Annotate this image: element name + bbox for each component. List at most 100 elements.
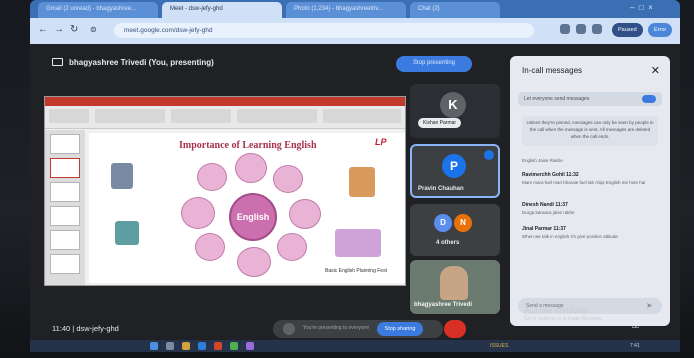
chat-message: English Jaise Rakhe: [522, 156, 658, 163]
present-icon: [283, 323, 295, 335]
file-explorer-icon[interactable]: [182, 342, 190, 350]
tab-gmail[interactable]: Gmail (2 unread) - bhagyashree...: [38, 2, 158, 18]
chat-message: Jinal Parmar 11:37 When we talk in engli…: [522, 226, 658, 239]
mind-map-bubble: [273, 165, 303, 193]
send-icon[interactable]: ➤: [646, 301, 653, 310]
chat-message-text: Durga karwara jaise rakhe: [522, 210, 575, 215]
mind-map: English: [181, 151, 331, 281]
mind-map-bubble: [289, 199, 321, 229]
chat-message-text: Mam mara fuel mari bharaie fuel lab chip…: [522, 180, 646, 185]
slide-thumbnail[interactable]: [50, 206, 80, 226]
site-info-icon[interactable]: ⊜: [90, 25, 97, 34]
stop-presenting-button[interactable]: Stop presenting: [396, 56, 472, 72]
illustration-image: [349, 167, 375, 197]
forward-icon[interactable]: →: [54, 24, 64, 35]
screen: Gmail (2 unread) - bhagyashree... Meet -…: [0, 0, 694, 358]
chat-message: Ravimerchh Gohil 11:32 Mam mara fuel mar…: [522, 172, 658, 185]
tab-photos[interactable]: Photo (1,234) - bhagyashreetriv...: [286, 2, 406, 18]
update-button[interactable]: Error: [648, 23, 673, 37]
slide-title: Importance of Learning English: [179, 140, 317, 151]
reload-icon[interactable]: ↻: [70, 24, 78, 35]
slide-thumbnail[interactable]: [50, 230, 80, 250]
present-screen-icon: [52, 58, 63, 66]
window-controls[interactable]: – □ ×: [630, 3, 653, 12]
participant-avatar: P: [442, 154, 466, 178]
presenter-header: bhagyashree Trivedi (You, presenting): [52, 58, 214, 67]
start-icon[interactable]: [150, 342, 158, 350]
participant-tile[interactable]: K Kishan Parmar: [410, 84, 500, 138]
chat-message-text: When we talk in english it's give positi…: [522, 234, 618, 239]
participant-video: [440, 266, 468, 300]
search-icon[interactable]: [166, 342, 174, 350]
more-options-icon[interactable]: [484, 150, 494, 160]
tab-chat[interactable]: Chat (2): [410, 2, 500, 18]
browser-icon[interactable]: [198, 342, 206, 350]
participant-tile[interactable]: P Pravin Chauhan: [410, 144, 500, 198]
stop-sharing-button[interactable]: Stop sharing: [377, 322, 423, 336]
mind-map-bubble: [197, 163, 227, 191]
chat-message-sender: Ravimerchh Gohil 11:32: [522, 172, 579, 178]
allow-messages-label: Let everyone send messages: [524, 96, 590, 102]
presenting-banner: You're presenting to everyone Stop shari…: [273, 320, 443, 338]
tab-meet[interactable]: Meet - dsw-jefy-ghd: [162, 2, 282, 18]
chat-message-text: English Jaise Rakhe: [522, 158, 563, 163]
illustration-image: [111, 163, 133, 189]
activate-windows-watermark: Activate Windows Go to Settings to activ…: [524, 306, 603, 322]
participant-name: Pravin Chauhan: [418, 186, 464, 192]
meeting-code: 11:40 | dsw-jefy-ghd: [52, 324, 119, 333]
allow-messages-row: Let everyone send messages: [518, 92, 662, 106]
slide-thumbnail[interactable]: [50, 134, 80, 154]
participant-tile-self[interactable]: bhagyashree Trivedi: [410, 260, 500, 314]
participant-name: Kishan Parmar: [418, 118, 462, 128]
illustration-image: [335, 229, 381, 257]
slide-logo: LP: [375, 137, 387, 147]
chat-message: Dinesh Nandi 11:37 Durga karwara jaise r…: [522, 202, 658, 215]
activate-windows-subtitle: Go to Settings to activate Windows.: [524, 316, 603, 322]
weather-text: ISSUES: [490, 343, 509, 349]
windows-taskbar: ISSUES 7:41: [30, 340, 680, 352]
participant-avatar: N: [454, 214, 472, 232]
mind-map-center: English: [229, 193, 277, 241]
illustration-image: [115, 221, 139, 245]
presenter-label: bhagyashree Trivedi (You, presenting): [69, 58, 214, 67]
participant-name: bhagyashree Trivedi: [414, 302, 473, 308]
participant-tile-others[interactable]: D N 4 others: [410, 204, 500, 256]
mind-map-bubble: [181, 197, 215, 229]
chat-message-sender: Jinal Parmar 11:37: [522, 226, 566, 232]
slide-thumbnail[interactable]: [50, 254, 80, 274]
slide-thumbnails: [45, 130, 85, 285]
url-input[interactable]: meet.google.com/dsw-jefy-ghd: [114, 23, 534, 38]
slide-thumbnail[interactable]: [50, 158, 80, 178]
activate-windows-title: Activate Windows: [524, 306, 588, 315]
slide-canvas: Importance of Learning English LP Englis…: [89, 133, 405, 283]
shared-slide-window: Importance of Learning English LP Englis…: [44, 96, 406, 286]
close-icon[interactable]: ✕: [651, 64, 660, 77]
chat-panel: In-call messages ✕ Let everyone send mes…: [510, 56, 670, 326]
sidebar-icon[interactable]: [592, 24, 602, 34]
chat-message-sender: Dinesh Nandi 11:37: [522, 202, 568, 208]
chat-notice: Unless they're pinned, messages can only…: [522, 116, 658, 146]
chat-title: In-call messages: [522, 66, 583, 75]
participant-name: 4 others: [436, 240, 460, 246]
hang-up-button[interactable]: [444, 320, 466, 338]
address-bar-row: ← → ↻ ⊜ meet.google.com/dsw-jefy-ghd Pau…: [30, 18, 680, 44]
app-icon[interactable]: [230, 342, 238, 350]
mind-map-bubble: [277, 233, 307, 261]
slide-footer: Basic English Planning Fest: [325, 268, 387, 274]
powerpoint-icon[interactable]: [214, 342, 222, 350]
participant-avatar: K: [440, 92, 466, 118]
allow-messages-toggle[interactable]: [642, 95, 656, 103]
profile-paused-button[interactable]: Paused: [612, 23, 643, 37]
back-icon[interactable]: ←: [38, 24, 48, 35]
browser-tab-bar: Gmail (2 unread) - bhagyashree... Meet -…: [30, 0, 680, 18]
mind-map-bubble: [195, 233, 225, 261]
mind-map-bubble: [235, 153, 267, 183]
slide-thumbnail[interactable]: [50, 182, 80, 202]
app-icon[interactable]: [246, 342, 254, 350]
extension-icon[interactable]: [560, 24, 570, 34]
ppt-ribbon: [45, 97, 405, 129]
meet-stage: bhagyashree Trivedi (You, presenting) St…: [30, 44, 680, 340]
lock-icon[interactable]: ⚿: [632, 320, 639, 331]
participant-avatar: D: [434, 214, 452, 232]
bookmark-icon[interactable]: [576, 24, 586, 34]
